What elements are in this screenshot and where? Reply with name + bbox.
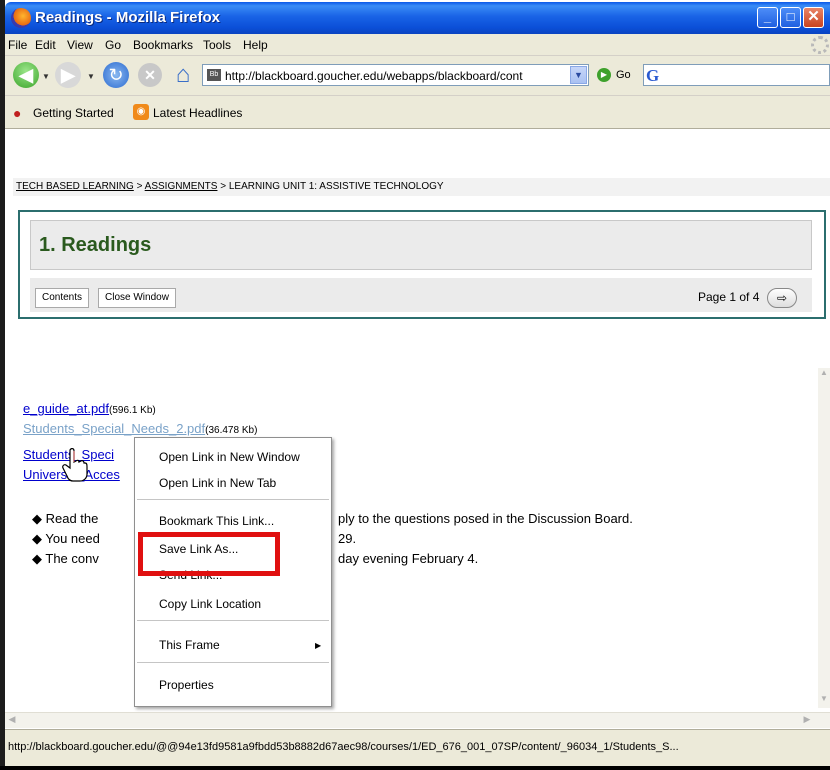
file-link-students-special-needs-2[interactable]: Students_Special_Needs_2.pdf(36.478 Kb)	[23, 421, 257, 436]
activity-throbber-icon	[811, 36, 829, 54]
bookmarks-toolbar: ● Getting Started ◉ Latest Headlines	[5, 96, 830, 129]
home-icon: ⌂	[175, 61, 191, 88]
back-history-dropdown-icon[interactable]: ▼	[42, 72, 50, 81]
reload-button[interactable]: ↻	[103, 62, 129, 88]
breadcrumb-assignments[interactable]: ASSIGNMENTS	[145, 181, 218, 192]
menu-separator	[137, 662, 329, 663]
forward-button[interactable]: ▶	[55, 62, 81, 88]
panel-header: 1. Readings	[30, 220, 812, 270]
menu-go[interactable]: Go	[105, 38, 121, 52]
bookmark-latest-headlines[interactable]: Latest Headlines	[153, 106, 242, 120]
menu-separator	[137, 499, 329, 500]
home-button[interactable]: ⌂	[169, 61, 197, 89]
vertical-scrollbar[interactable]: ▲ ▼	[818, 368, 830, 708]
arrow-left-icon: ◀	[19, 64, 33, 85]
bullet-text-continued: ply to the questions posed in the Discus…	[338, 511, 633, 526]
scroll-up-arrow-icon[interactable]: ▲	[818, 368, 830, 382]
submenu-arrow-icon: ▶	[315, 641, 322, 650]
maximize-button[interactable]: □	[780, 7, 801, 28]
menu-edit[interactable]: Edit	[35, 38, 56, 52]
menu-item-open-new-tab[interactable]: Open Link in New Tab	[159, 476, 276, 490]
page-indicator: Page 1 of 4	[698, 290, 760, 304]
menu-help[interactable]: Help	[243, 38, 268, 52]
menu-view[interactable]: View	[67, 38, 93, 52]
horizontal-scrollbar[interactable]: ◀ ▶	[5, 712, 830, 728]
hand-pointer-cursor-icon	[62, 448, 88, 482]
scroll-right-arrow-icon[interactable]: ▶	[800, 714, 814, 727]
close-window-link-button[interactable]: Close Window	[98, 288, 176, 308]
close-window-button[interactable]: ✕	[803, 7, 824, 28]
rss-feed-icon: ◉	[133, 104, 149, 120]
minimize-button[interactable]: _	[757, 7, 778, 28]
list-item: ◆ The conv	[32, 551, 99, 566]
arrow-right-icon: ▶	[61, 64, 75, 85]
breadcrumb-separator: >	[220, 181, 227, 192]
site-favicon-icon: Bb	[207, 69, 221, 81]
menu-item-open-new-window[interactable]: Open Link in New Window	[159, 450, 300, 464]
reload-icon: ↻	[108, 64, 124, 85]
scroll-down-arrow-icon[interactable]: ▼	[818, 694, 830, 708]
highlight-annotation	[138, 532, 280, 576]
bottom-border	[0, 766, 830, 770]
breadcrumb-tech-based-learning[interactable]: TECH BASED LEARNING	[16, 181, 134, 192]
menu-item-properties[interactable]: Properties	[159, 678, 214, 692]
menu-bookmarks[interactable]: Bookmarks	[133, 38, 193, 52]
firefox-bookmark-icon: ●	[13, 105, 22, 121]
address-url[interactable]: http://blackboard.goucher.edu/webapps/bl…	[225, 69, 570, 83]
browser-window: Readings - Mozilla Firefox _ □ ✕ File Ed…	[5, 0, 830, 770]
menu-item-bookmark-link[interactable]: Bookmark This Link...	[159, 514, 274, 528]
contents-button[interactable]: Contents	[35, 288, 90, 308]
menu-bar: File Edit View Go Bookmarks Tools Help	[5, 34, 830, 56]
status-bar: http://blackboard.goucher.edu/@@94e13fd9…	[5, 729, 830, 770]
arrow-right-icon: ⇨	[776, 291, 788, 305]
forward-history-dropdown-icon[interactable]: ▼	[87, 72, 95, 81]
stop-icon: ✕	[144, 66, 156, 83]
firefox-logo-icon	[11, 8, 31, 28]
bullet-text: Read the	[45, 511, 99, 526]
file-link-name[interactable]: Students_Special_Needs_2.pdf	[23, 421, 205, 436]
search-bar[interactable]: G	[643, 64, 830, 86]
bullet-text-continued: day evening February 4.	[338, 551, 479, 566]
menu-separator	[137, 620, 329, 621]
navigation-toolbar: ◀ ▼ ▶ ▼ ↻ ✕ ⌂ Bb http://blackboard.gouch…	[5, 56, 830, 96]
list-item: ◆ You need	[32, 531, 100, 546]
google-search-engine-icon[interactable]: G	[646, 66, 659, 86]
bullet-text: You need	[45, 531, 100, 546]
file-size: (36.478 Kb)	[205, 425, 258, 436]
bullet-text: The conv	[45, 551, 99, 566]
next-page-button[interactable]: ⇨	[767, 288, 797, 308]
go-button[interactable]: Go	[616, 69, 631, 81]
breadcrumb-current: LEARNING UNIT 1: ASSISTIVE TECHNOLOGY	[228, 181, 444, 192]
title-bar[interactable]: Readings - Mozilla Firefox _ □ ✕	[5, 2, 830, 34]
bullet-text-continued: 29.	[338, 531, 357, 546]
file-link-e-guide[interactable]: e_guide_at.pdf(596.1 Kb)	[23, 401, 156, 416]
breadcrumb: TECH BASED LEARNING > ASSIGNMENTS > LEAR…	[13, 178, 830, 196]
status-link-url: http://blackboard.goucher.edu/@@94e13fd9…	[8, 741, 679, 753]
readings-panel: 1. Readings Contents Close Window Page 1…	[18, 210, 826, 319]
address-bar[interactable]: Bb http://blackboard.goucher.edu/webapps…	[202, 64, 589, 86]
page-title: 1. Readings	[39, 234, 152, 256]
bookmark-getting-started[interactable]: Getting Started	[33, 106, 114, 120]
go-arrow-icon[interactable]: ▶	[597, 68, 611, 82]
menu-item-this-frame[interactable]: This Frame	[159, 638, 220, 652]
menu-file[interactable]: File	[8, 38, 27, 52]
window-title: Readings - Mozilla Firefox	[35, 9, 221, 26]
file-size: (596.1 Kb)	[109, 405, 156, 416]
list-item: ◆ Read the	[32, 511, 99, 526]
stop-button[interactable]: ✕	[138, 63, 162, 87]
menu-item-copy-link-location[interactable]: Copy Link Location	[159, 597, 261, 611]
scroll-left-arrow-icon[interactable]: ◀	[5, 714, 19, 727]
file-link-name[interactable]: e_guide_at.pdf	[23, 401, 109, 416]
address-dropdown-button[interactable]: ▼	[570, 66, 587, 84]
breadcrumb-separator: >	[136, 181, 143, 192]
back-button[interactable]: ◀	[13, 62, 39, 88]
panel-footer: Contents Close Window Page 1 of 4 ⇨	[30, 278, 812, 312]
menu-tools[interactable]: Tools	[203, 38, 231, 52]
